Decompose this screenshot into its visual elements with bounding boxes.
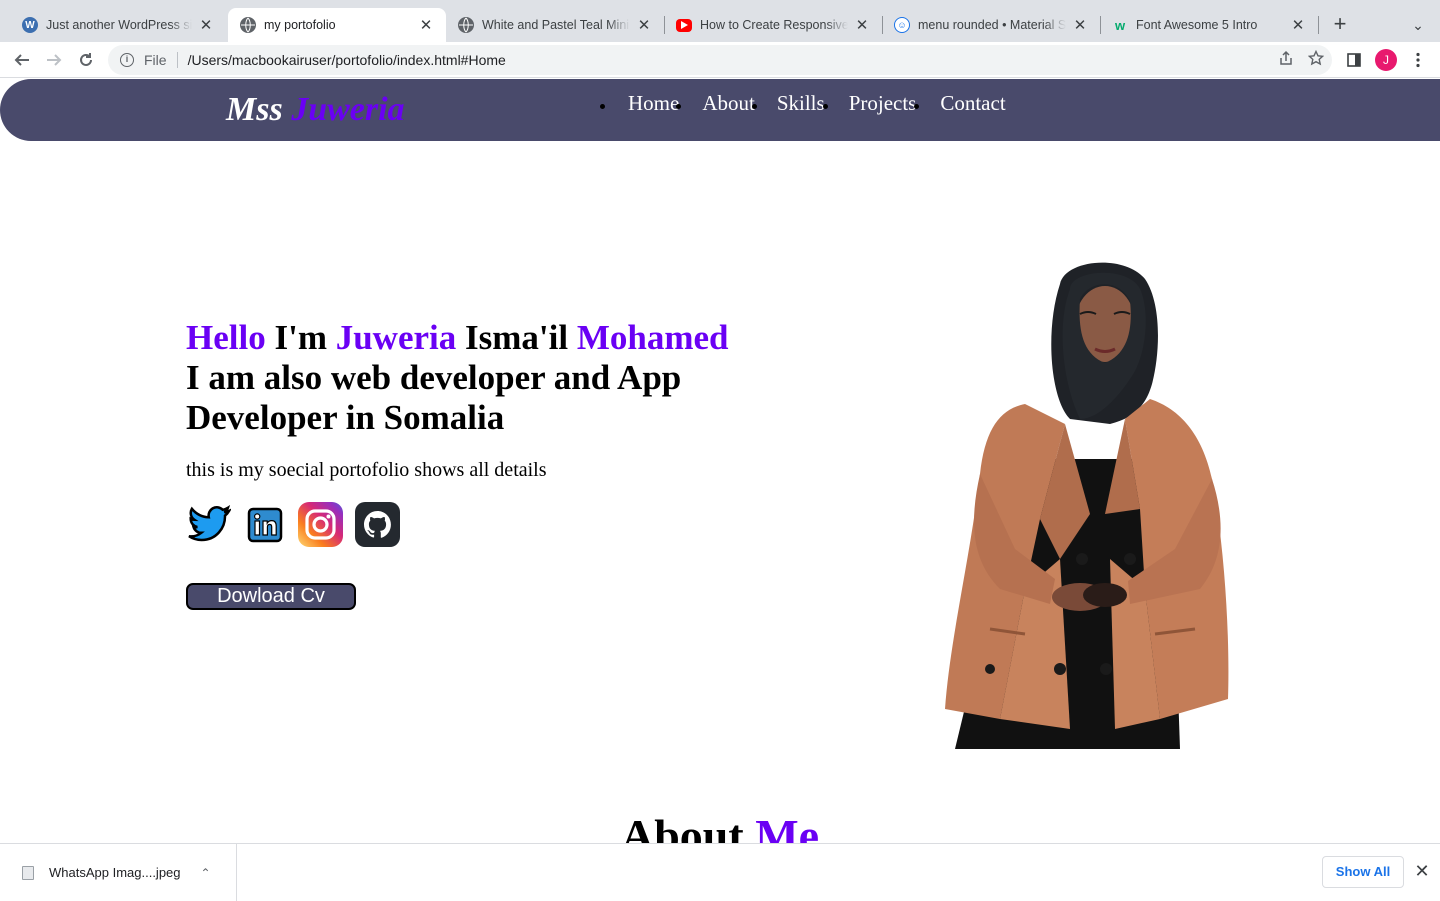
nav-link-home[interactable]: Home [628, 91, 679, 116]
hero-middle-name: Isma'il [465, 318, 569, 357]
tab-title: menu rounded • Material Symbols [918, 18, 1066, 32]
hero-last-name: Mohamed [576, 318, 729, 357]
about-first: About [620, 810, 744, 843]
tab-title: Just another WordPress site [46, 18, 192, 32]
show-all-button[interactable]: Show All [1322, 856, 1404, 888]
material-smile-icon: ☺ [894, 17, 910, 33]
logo-first: Mss [226, 91, 283, 128]
nav-link-about[interactable]: About [702, 91, 755, 116]
tab-portfolio[interactable]: my portofolio ✕ [228, 8, 446, 42]
download-item[interactable]: WhatsApp Imag....jpeg ⌃ [0, 844, 237, 901]
close-icon[interactable]: ✕ [1290, 17, 1306, 34]
list-bullet [600, 104, 605, 109]
close-icon[interactable]: ✕ [854, 17, 870, 34]
hero-heading: Hello I'm Juweria Isma'il Mohamed I am a… [186, 318, 786, 438]
wordpress-icon: W [22, 17, 38, 33]
list-bullet [914, 104, 919, 109]
tab-strip: W Just another WordPress site ✕ my porto… [0, 0, 1440, 42]
globe-icon [240, 17, 256, 33]
about-heading: About Me [0, 809, 1440, 843]
list-bullet [676, 104, 681, 109]
side-panel-icon[interactable] [1342, 48, 1366, 72]
close-icon[interactable]: ✕ [636, 17, 652, 34]
back-arrow-icon[interactable] [10, 48, 34, 72]
tab-title: my portofolio [264, 18, 336, 32]
site-logo[interactable]: Mss Juweria [226, 91, 405, 129]
download-file-name: WhatsApp Imag....jpeg [49, 865, 181, 880]
hero-hello: Hello [186, 318, 266, 357]
url-text[interactable]: /Users/macbookairuser/portofolio/index.h… [188, 52, 506, 68]
scheme-label: File [144, 52, 167, 68]
twitter-icon[interactable] [186, 502, 231, 547]
close-icon[interactable]: ✕ [1412, 861, 1432, 881]
profile-portrait [930, 259, 1240, 749]
youtube-icon [676, 18, 692, 32]
download-cv-button[interactable]: Dowload Cv [186, 583, 356, 610]
github-icon[interactable] [355, 502, 400, 547]
w3schools-icon: w [1114, 17, 1126, 33]
browser-toolbar: i File /Users/macbookairuser/portofolio/… [0, 42, 1440, 78]
profile-avatar[interactable]: J [1375, 49, 1397, 71]
file-icon [22, 865, 34, 880]
hero-im: I'm [274, 318, 327, 357]
tab-canva[interactable]: White and Pastel Teal Minimalist ✕ [446, 8, 664, 42]
tab-font-awesome[interactable]: w Font Awesome 5 Intro ✕ [1100, 8, 1318, 42]
linkedin-icon[interactable] [242, 502, 287, 547]
hero-subtitle: this is my soecial portofolio shows all … [186, 459, 547, 481]
forward-arrow-icon[interactable] [42, 48, 66, 72]
site-navbar: Mss Juweria Home About Skills Projects C… [0, 79, 1440, 141]
nav-link-contact[interactable]: Contact [940, 91, 1005, 116]
tab-title: How to Create Responsive [700, 18, 848, 32]
chevron-down-icon[interactable]: ⌄ [1406, 13, 1430, 37]
address-bar[interactable]: i File /Users/macbookairuser/portofolio/… [108, 45, 1332, 75]
tab-title: White and Pastel Teal Minimalist [482, 18, 630, 32]
instagram-icon[interactable] [298, 502, 343, 547]
nav-link-projects[interactable]: Projects [849, 91, 917, 116]
globe-icon [458, 17, 474, 33]
hero-role: I am also web developer and App Develope… [186, 358, 682, 437]
nav-link-skills[interactable]: Skills [777, 91, 825, 116]
tab-material-symbols[interactable]: ☺ menu rounded • Material Symbols ✕ [882, 8, 1100, 42]
address-divider [176, 52, 178, 68]
share-icon[interactable] [1278, 50, 1294, 71]
bookmark-star-icon[interactable] [1307, 49, 1325, 71]
close-icon[interactable]: ✕ [418, 17, 434, 34]
address-actions [1278, 49, 1325, 71]
info-icon[interactable]: i [120, 53, 134, 67]
tab-wordpress[interactable]: W Just another WordPress site ✕ [10, 8, 226, 42]
hero-first-name: Juweria [335, 318, 457, 357]
new-tab-button[interactable]: + [1328, 13, 1352, 37]
nav-links: Home About Skills Projects Contact [628, 91, 1006, 116]
download-shelf: WhatsApp Imag....jpeg ⌃ Show All ✕ [0, 843, 1440, 901]
tab-youtube[interactable]: How to Create Responsive ✕ [664, 8, 882, 42]
web-page: Mss Juweria Home About Skills Projects C… [0, 79, 1440, 843]
tab-title: Font Awesome 5 Intro [1136, 18, 1258, 32]
logo-second: Juweria [291, 91, 405, 128]
more-menu-icon[interactable] [1406, 48, 1430, 72]
close-icon[interactable]: ✕ [1072, 17, 1088, 34]
list-bullet [823, 104, 828, 109]
chevron-up-icon[interactable]: ⌃ [201, 866, 211, 880]
close-icon[interactable]: ✕ [198, 17, 214, 34]
list-bullet [752, 104, 757, 109]
about-second: Me [755, 810, 820, 843]
tab-separator [1318, 16, 1319, 34]
reload-icon[interactable] [74, 48, 98, 72]
